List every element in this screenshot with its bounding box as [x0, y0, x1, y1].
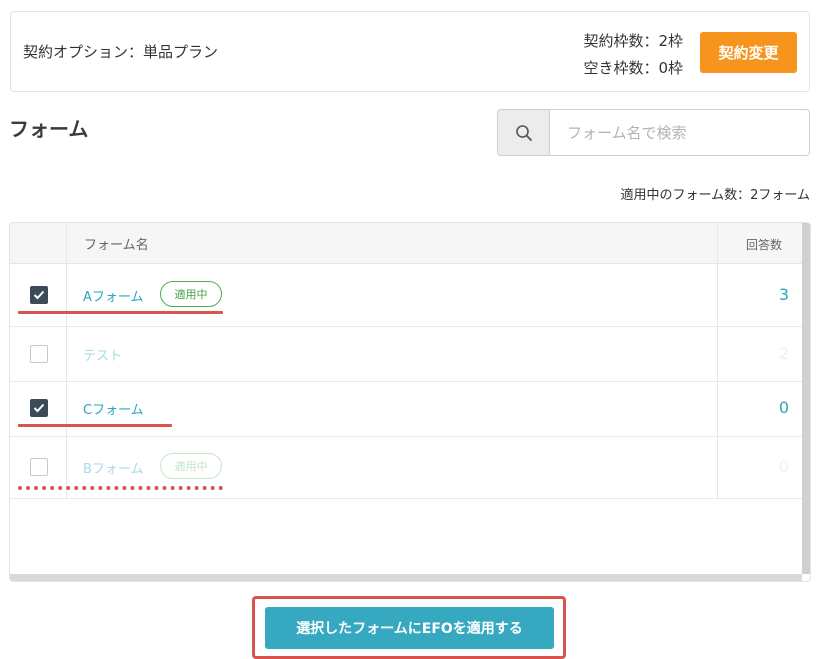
change-contract-button[interactable]: 契約変更	[700, 32, 797, 73]
checkmark-icon	[33, 290, 45, 300]
form-name-link[interactable]: Bフォーム	[83, 458, 144, 477]
search-icon	[515, 124, 532, 141]
status-badge: 適用中	[160, 453, 222, 479]
answer-count: 0	[778, 457, 789, 476]
page-title: フォーム	[9, 117, 89, 141]
form-name-link[interactable]: Cフォーム	[83, 399, 144, 418]
apply-efo-button[interactable]: 選択したフォームにEFOを適用する	[265, 607, 554, 649]
highlight-underline	[18, 424, 172, 427]
apply-button-highlight: 選択したフォームにEFOを適用する	[252, 596, 566, 659]
form-search	[497, 109, 810, 156]
applied-form-count: 適用中のフォーム数：2フォーム	[620, 188, 811, 203]
contract-slot-counts: 契約枠数：2枠 空き枠数：0枠	[583, 28, 683, 82]
contract-slots-free: 空き枠数：0枠	[583, 59, 683, 77]
highlight-underline	[18, 311, 223, 314]
form-table: フォーム名 回答数 Aフォーム 適用中 3 テスト 2 Cフォーム 0 Bフォー…	[9, 222, 811, 582]
contract-option-label: 契約オプション：単品プラン	[23, 43, 219, 61]
row-checkbox[interactable]	[30, 399, 48, 417]
row-checkbox[interactable]	[30, 345, 48, 363]
checkmark-icon	[33, 403, 45, 413]
row-checkbox[interactable]	[30, 286, 48, 304]
form-name-link[interactable]: テスト	[83, 345, 122, 364]
contract-panel: 契約オプション：単品プラン 契約枠数：2枠 空き枠数：0枠 契約変更	[10, 11, 810, 92]
form-name-link[interactable]: Aフォーム	[83, 286, 144, 305]
table-row: Cフォーム 0	[10, 382, 810, 437]
vertical-scrollbar[interactable]	[802, 223, 810, 574]
search-input[interactable]	[550, 109, 810, 156]
table-header: フォーム名 回答数	[10, 223, 810, 264]
answer-count: 2	[778, 344, 789, 363]
answer-count: 0	[778, 398, 789, 417]
row-checkbox[interactable]	[30, 458, 48, 476]
answer-count: 3	[778, 285, 789, 304]
table-row: テスト 2	[10, 327, 810, 382]
table-row: Aフォーム 適用中 3	[10, 264, 810, 327]
highlight-underline-dotted	[18, 486, 223, 490]
search-button[interactable]	[497, 109, 550, 156]
contract-slots-total: 契約枠数：2枠	[583, 32, 683, 50]
horizontal-scrollbar[interactable]	[10, 574, 802, 581]
column-header-answer-count: 回答数	[745, 238, 782, 252]
status-badge: 適用中	[160, 281, 222, 307]
column-header-form-name: フォーム名	[84, 238, 149, 253]
